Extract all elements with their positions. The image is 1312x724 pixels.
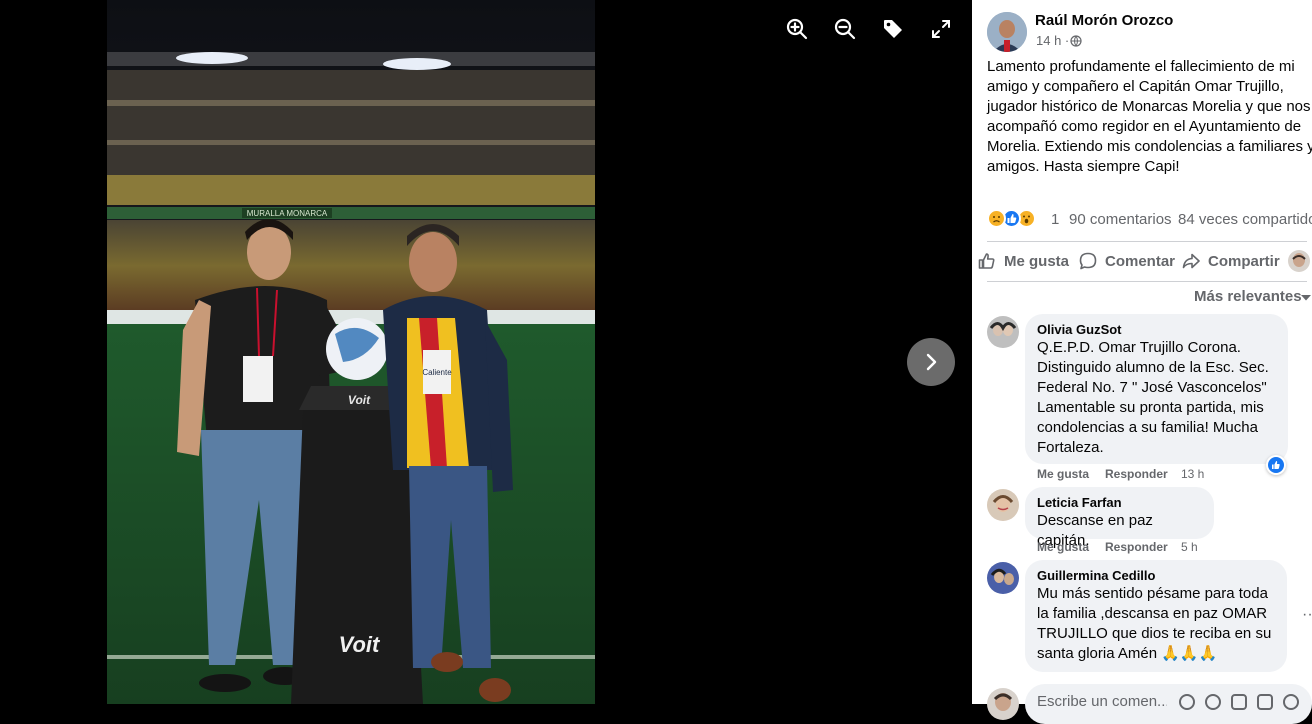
- stadium-photo: MURALLA MONARCA Voit Voit Caliente: [107, 0, 595, 704]
- divider: [987, 281, 1307, 282]
- comment-bubble: Guillermina Cedillo Mu más sentido pésam…: [1025, 560, 1287, 672]
- comment-reply-link[interactable]: Responder: [1105, 467, 1168, 481]
- reaction-count[interactable]: 1: [1051, 211, 1059, 228]
- like-label: Me gusta: [1004, 252, 1070, 270]
- comment-icon: [1079, 252, 1097, 270]
- comment-button[interactable]: Comentar: [1078, 249, 1175, 273]
- tag-photo-button[interactable]: [880, 16, 906, 42]
- comments-count[interactable]: 90 comentarios: [1069, 211, 1172, 228]
- commenter-name[interactable]: Leticia Farfan: [1037, 495, 1202, 511]
- comment-bubble: Olivia GuzSot Q.E.P.D. Omar Trujillo Cor…: [1025, 314, 1288, 464]
- photo-viewer: MURALLA MONARCA Voit Voit Caliente: [0, 0, 972, 704]
- zoom-in-button[interactable]: [784, 16, 810, 42]
- author-name[interactable]: Raúl Morón Orozco: [1035, 12, 1173, 29]
- comment-sort-dropdown[interactable]: Más relevantes: [1194, 288, 1302, 305]
- like-button[interactable]: Me gusta: [977, 249, 1069, 273]
- pedestal-top-logo: Voit: [348, 393, 371, 407]
- share-icon: [1182, 253, 1200, 269]
- sticker-icon[interactable]: [1283, 694, 1299, 710]
- commenter-avatar[interactable]: [987, 316, 1019, 348]
- comment-like-link[interactable]: Me gusta: [1037, 540, 1089, 554]
- share-label: Compartir: [1208, 252, 1280, 270]
- comment-like-link[interactable]: Me gusta: [1037, 467, 1089, 481]
- more-options-icon[interactable]: ···: [1302, 607, 1312, 623]
- comment-label: Comentar: [1105, 252, 1176, 270]
- comment-bubble: Leticia Farfan Descanse en paz capitán.: [1025, 487, 1214, 549]
- sad-reaction-icon: [987, 209, 1006, 228]
- post-photo[interactable]: MURALLA MONARCA Voit Voit Caliente: [107, 0, 595, 704]
- zoom-out-icon: [834, 18, 856, 40]
- share-button[interactable]: Compartir: [1181, 249, 1280, 273]
- comment-time[interactable]: 13 h: [1181, 467, 1204, 481]
- commenter-name[interactable]: Olivia GuzSot: [1037, 322, 1276, 338]
- chevron-down-icon[interactable]: [1300, 294, 1312, 302]
- comment-text: Q.E.P.D. Omar Trujillo Corona. Distingui…: [1037, 339, 1269, 456]
- commenter-avatar[interactable]: [987, 489, 1019, 521]
- next-photo-button[interactable]: [907, 338, 955, 386]
- commenter-avatar[interactable]: [987, 562, 1019, 594]
- shares-count[interactable]: 84 veces compartido: [1178, 211, 1312, 228]
- comment-text: Mu más sentido pésame para toda la famil…: [1037, 585, 1272, 662]
- pedestal-logo: Voit: [339, 632, 381, 657]
- gif-icon[interactable]: [1257, 694, 1273, 710]
- zoom-out-button[interactable]: [832, 16, 858, 42]
- fullscreen-button[interactable]: [928, 16, 954, 42]
- shirt-sponsor: Caliente: [422, 368, 452, 377]
- comment-reply-link[interactable]: Responder: [1105, 540, 1168, 554]
- chevron-right-icon: [926, 353, 937, 371]
- tag-icon: [884, 20, 902, 38]
- emoji-icon[interactable]: [1205, 694, 1221, 710]
- like-reaction-icon: [1268, 457, 1284, 473]
- author-avatar[interactable]: [987, 12, 1027, 52]
- comment-input[interactable]: [1037, 693, 1167, 710]
- divider: [987, 241, 1307, 242]
- comment-composer[interactable]: [1025, 684, 1312, 724]
- comment-like-badge[interactable]: [1266, 455, 1286, 475]
- comment-time[interactable]: 5 h: [1181, 540, 1198, 554]
- commenter-name[interactable]: Guillermina Cedillo: [1037, 568, 1275, 584]
- page-selector-avatar[interactable]: [1288, 250, 1310, 272]
- my-avatar[interactable]: [987, 688, 1019, 720]
- zoom-in-icon: [786, 18, 808, 40]
- post-text: Lamento profundamente el fallecimiento d…: [987, 58, 1312, 175]
- camera-icon[interactable]: [1231, 694, 1247, 710]
- avatar-sticker-icon[interactable]: [1179, 694, 1195, 710]
- thumbs-up-icon: [978, 253, 995, 269]
- fullscreen-icon: [932, 20, 950, 38]
- post-time[interactable]: 14 h ·: [1036, 33, 1069, 48]
- globe-icon: [1070, 35, 1082, 47]
- reaction-summary[interactable]: 1 90 comentarios 84 veces compartido: [987, 208, 1312, 230]
- banner-text: MURALLA MONARCA: [247, 209, 328, 218]
